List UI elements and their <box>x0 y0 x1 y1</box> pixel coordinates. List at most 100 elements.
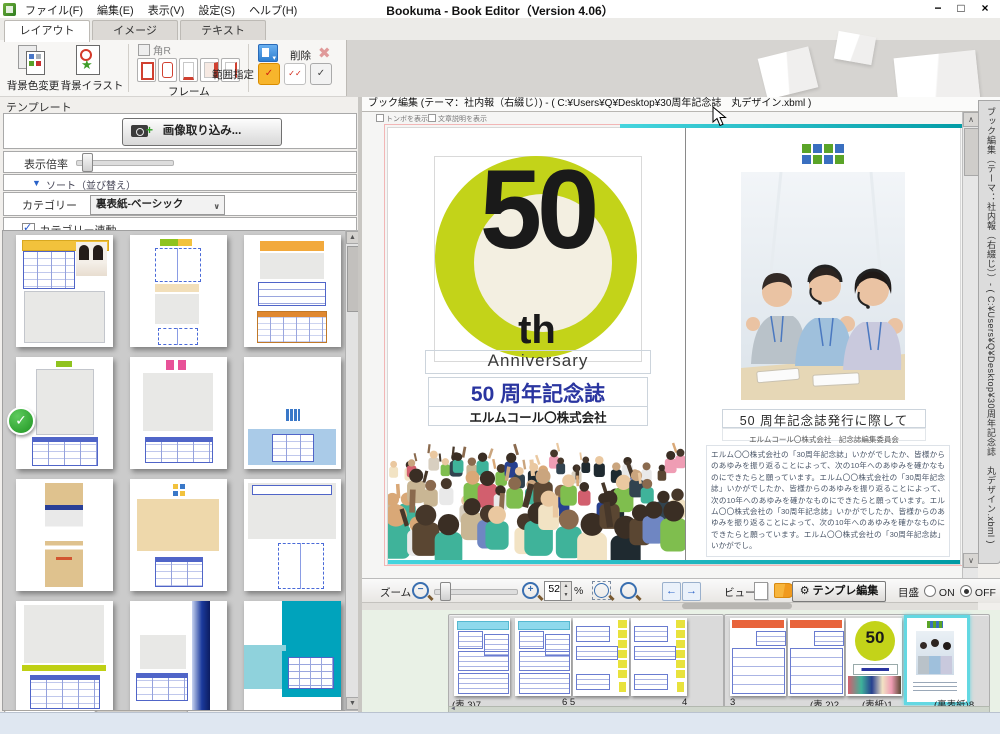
menu-item-3[interactable]: 設定(S) <box>191 0 242 20</box>
company-logo[interactable] <box>802 144 844 164</box>
range-check-1-button[interactable]: ✓ <box>258 63 280 85</box>
single-page-view-icon[interactable] <box>754 582 768 600</box>
spinner-up-icon[interactable]: ▲ <box>560 582 571 591</box>
range-dropdown-button[interactable] <box>258 44 278 62</box>
selected-page-bottom-bar <box>388 560 960 564</box>
radio-icon <box>960 585 972 597</box>
ruler-off-radio[interactable]: OFF <box>960 585 996 599</box>
zoom-in-icon[interactable]: + <box>522 582 539 599</box>
range-check-3-button[interactable]: ✓ <box>310 63 332 85</box>
frame-rounded-icon <box>162 62 173 78</box>
crowd-illustration[interactable] <box>388 436 686 564</box>
zoom-fit-icon[interactable] <box>620 582 637 599</box>
background-illust-button[interactable]: ★ 背景イラスト <box>62 42 122 94</box>
menu-bar: ファイル(F)編集(E)表示(V)設定(S)ヘルプ(H) <box>18 0 304 18</box>
frame-style-3-button[interactable] <box>179 58 198 82</box>
ribbon-tab-2[interactable]: テキスト <box>180 20 266 41</box>
spinner-down-icon[interactable]: ▼ <box>560 591 571 600</box>
menu-item-1[interactable]: 編集(E) <box>90 0 141 20</box>
template-thumbnail-dashed-green-tag[interactable] <box>130 235 227 347</box>
spread-view-icon[interactable] <box>774 583 794 598</box>
template-thumbnail-gray-top-dashed[interactable] <box>244 479 341 591</box>
next-page-button[interactable]: → <box>682 582 701 601</box>
zoom-select-area[interactable] <box>592 581 611 600</box>
zoom-percent-input[interactable] <box>546 583 560 595</box>
logo-square <box>802 155 811 164</box>
filmstrip-page-yellow-side[interactable] <box>631 618 687 696</box>
editor-canvas[interactable]: トンボを表示 文章説明を表示 50 th Anniversary 50 周年記念… <box>362 112 978 578</box>
filmstrip-page-back-people[interactable] <box>904 615 970 705</box>
scroll-up-icon[interactable]: ∧ <box>963 112 978 127</box>
decor-book-icon <box>758 46 819 99</box>
ruler-label: 目盛 <box>898 585 919 600</box>
template-thumbnail-photo-table-pink[interactable] <box>130 357 227 469</box>
ribbon-tab-1[interactable]: イメージ <box>92 20 178 41</box>
prev-page-button[interactable]: ← <box>662 582 681 601</box>
ribbon-tab-0[interactable]: レイアウト <box>4 20 90 42</box>
back-cover-page[interactable]: 50 周年記念誌発行に際して エルムコール〇株式会社 記念誌編集委員会 エルム〇… <box>686 128 960 564</box>
minimize-icon[interactable]: − <box>930 2 946 16</box>
logo-square <box>802 144 811 153</box>
template-thumbnail-blue-footer[interactable] <box>244 357 341 469</box>
back-heading-frame[interactable]: 50 周年記念誌発行に際して <box>722 409 926 428</box>
scrollbar-thumb[interactable] <box>964 128 978 176</box>
cover-number-suffix[interactable]: th <box>388 310 686 350</box>
show-trim-checkbox[interactable]: トンボを表示 <box>376 114 428 124</box>
template-thumbnail-tan-vertical[interactable] <box>16 479 113 591</box>
back-body-frame[interactable]: エルム〇〇株式会社の「30周年記念誌」いかがでしたか、皆様からのあゆみを振り返る… <box>706 445 950 557</box>
template-thumbnail-photo-table-green[interactable]: ✓ <box>16 357 113 469</box>
staff-photo[interactable] <box>741 172 905 400</box>
menu-item-0[interactable]: ファイル(F) <box>18 0 90 20</box>
show-note-checkbox[interactable]: 文章説明を表示 <box>428 114 487 124</box>
logo-square <box>813 144 822 153</box>
template-thumbnail-teal-blocks[interactable] <box>244 601 341 711</box>
scrollbar-thumb[interactable] <box>682 603 792 609</box>
ribbon-groups: 背景色変更 ★ 背景イラスト 角R フレーム 削除 ✖ 範囲指定 ✓ ✓✓ ✓ <box>0 40 347 96</box>
image-import-button[interactable]: 画像取り込み... <box>122 118 282 146</box>
filmstrip-page-yellow-side[interactable] <box>573 618 629 696</box>
template-thumbnail-navy-stripe[interactable] <box>130 601 227 711</box>
scale-slider-thumb[interactable] <box>82 153 93 172</box>
template-thumbnail-photo-greenbar-table[interactable] <box>16 601 113 711</box>
maximize-icon[interactable]: □ <box>953 2 969 16</box>
menu-item-4[interactable]: ヘルプ(H) <box>242 0 304 20</box>
cover-title-frame[interactable]: 50 周年記念誌 <box>428 377 648 407</box>
close-icon[interactable]: × <box>977 2 993 16</box>
ruler-on-radio[interactable]: ON <box>924 585 955 599</box>
zoom-out-icon[interactable]: − <box>412 582 429 599</box>
range-check-2-button[interactable]: ✓✓ <box>284 63 306 85</box>
mouse-cursor <box>712 106 727 127</box>
filmstrip-page-cover50[interactable]: 50 <box>846 618 902 696</box>
template-thumbnail-news-photo-yellow[interactable] <box>16 235 113 347</box>
background-color-button[interactable]: 背景色変更 <box>6 42 60 94</box>
back-subheading-frame[interactable]: エルムコール〇株式会社 記念誌編集委員会 <box>722 428 926 441</box>
frame-style-1-button[interactable] <box>137 58 156 82</box>
canvas-vertical-scrollbar[interactable]: ∧ ∨ <box>962 112 978 578</box>
zoom-label: ズーム <box>380 585 411 600</box>
cover-page[interactable]: 50 th Anniversary 50 周年記念誌 エルムコール〇株式会社 <box>388 128 686 564</box>
filmstrip-page-cyan-table[interactable] <box>454 618 510 696</box>
frame-style-2-button[interactable] <box>158 58 177 82</box>
cover-company-frame[interactable]: エルムコール〇株式会社 <box>428 406 648 426</box>
template-thumbnail-tan-block[interactable] <box>130 479 227 591</box>
filmstrip-page-orange-table[interactable] <box>730 618 786 696</box>
camera-icon <box>131 125 148 137</box>
category-select[interactable]: 裏表紙-ベーシック <box>90 195 225 215</box>
scroll-down-icon[interactable]: ∨ <box>963 553 978 568</box>
cover-number[interactable]: 50 <box>388 154 686 266</box>
chevron-down-icon: ▼ <box>32 178 41 188</box>
percent-label: % <box>574 585 583 597</box>
menu-item-2[interactable]: 表示(V) <box>141 0 192 20</box>
corner-r-checkbox[interactable]: 角R <box>138 43 171 58</box>
filmstrip-page-orange-table[interactable] <box>788 618 844 696</box>
anniversary-text-frame[interactable]: Anniversary <box>425 350 651 374</box>
book-edit-side-tab[interactable]: ブック編集（テーマ：社内報（右綴じ））- ( C:¥Users¥Q¥Deskto… <box>978 100 1000 564</box>
filmstrip-page-cyan-table[interactable] <box>515 618 571 696</box>
zoom-slider-thumb[interactable] <box>440 582 451 601</box>
logo-square <box>835 144 844 153</box>
template-thumbnail-orange-sections[interactable] <box>244 235 341 347</box>
zoom-percent-spinner[interactable]: ▲ ▼ <box>544 581 572 601</box>
sort-section-header[interactable]: ▼ ソート（並び替え） <box>3 174 357 191</box>
template-edit-button[interactable]: ⚙ テンプレ編集 <box>792 581 886 602</box>
delete-icon[interactable]: ✖ <box>318 44 331 62</box>
